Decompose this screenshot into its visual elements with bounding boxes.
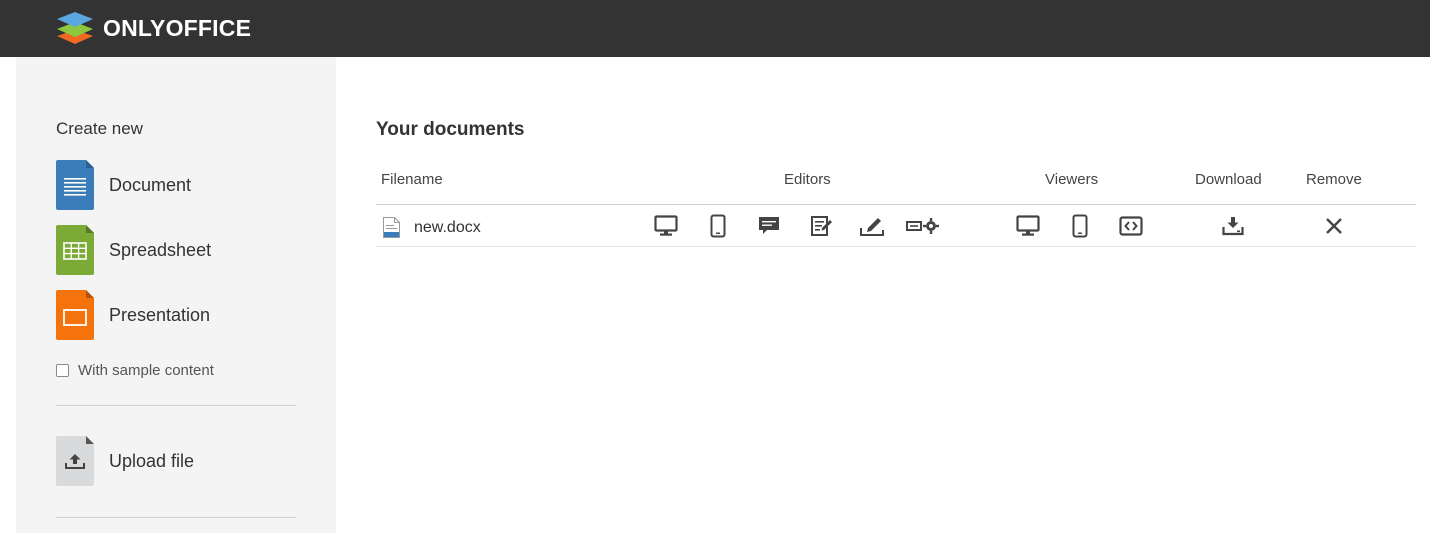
- desktop-icon: [654, 215, 678, 236]
- onlyoffice-logo-icon: [57, 12, 93, 44]
- remove-button[interactable]: [1320, 212, 1348, 240]
- table-row-divider: [376, 246, 1416, 247]
- mobile-icon: [710, 214, 726, 238]
- presentation-file-icon: [56, 290, 94, 340]
- create-presentation-label: Presentation: [109, 304, 211, 325]
- edit-mobile-button[interactable]: [704, 212, 732, 240]
- fill-icon: [860, 218, 884, 236]
- create-document-label: Document: [109, 174, 192, 195]
- document-file-icon: [56, 160, 94, 210]
- create-spreadsheet-button[interactable]: Spreadsheet: [56, 225, 211, 275]
- brand-name: ONLYOFFICE: [103, 14, 252, 41]
- column-header-remove: Remove: [1306, 171, 1362, 188]
- download-button[interactable]: [1219, 212, 1247, 240]
- review-icon: [811, 216, 832, 236]
- upload-file-button[interactable]: Upload file: [56, 436, 194, 486]
- desktop-icon: [1016, 215, 1040, 236]
- table-header-divider: [376, 204, 1416, 205]
- your-documents-title: Your documents: [376, 119, 525, 140]
- comment-icon: [759, 217, 779, 234]
- column-header-filename: Filename: [381, 171, 443, 188]
- fill-forms-button[interactable]: [858, 212, 886, 240]
- spreadsheet-file-icon: [56, 225, 94, 275]
- sidebar-divider: [56, 405, 296, 406]
- column-header-editors: Editors: [784, 171, 831, 188]
- sample-content-option[interactable]: With sample content: [56, 362, 214, 379]
- mobile-icon: [1072, 214, 1088, 238]
- upload-file-label: Upload file: [109, 450, 195, 471]
- edit-desktop-button[interactable]: [652, 212, 680, 240]
- view-mobile-button[interactable]: [1066, 212, 1094, 240]
- embed-settings-button[interactable]: [905, 212, 941, 240]
- onlyoffice-logo[interactable]: ONLYOFFICE: [55, 9, 251, 47]
- create-new-title: Create new: [56, 119, 143, 138]
- create-document-button[interactable]: Document: [56, 160, 191, 210]
- sidebar-divider-bottom: [56, 517, 296, 518]
- view-desktop-button[interactable]: [1014, 212, 1042, 240]
- view-embedded-button[interactable]: [1117, 212, 1145, 240]
- close-icon: [1326, 218, 1342, 234]
- docx-file-icon: [383, 217, 400, 238]
- create-presentation-button[interactable]: Presentation: [56, 290, 210, 340]
- upload-file-icon: [56, 436, 94, 486]
- sidebar: Create new Document Spreadsheet Presenta…: [16, 57, 336, 533]
- download-icon: [1222, 217, 1244, 236]
- create-spreadsheet-label: Spreadsheet: [109, 239, 212, 260]
- file-name-cell[interactable]: new.docx: [383, 217, 481, 238]
- review-button[interactable]: [808, 212, 836, 240]
- column-header-download: Download: [1195, 171, 1262, 188]
- comment-button[interactable]: [755, 212, 783, 240]
- column-header-viewers: Viewers: [1045, 171, 1099, 188]
- embedded-icon: [1119, 216, 1143, 236]
- sample-content-checkbox[interactable]: [56, 364, 69, 377]
- sample-content-label: With sample content: [78, 362, 214, 379]
- embed-settings-icon: [906, 218, 939, 234]
- top-header-bar: ONLYOFFICE: [0, 0, 1430, 57]
- file-name: new.docx: [414, 218, 481, 236]
